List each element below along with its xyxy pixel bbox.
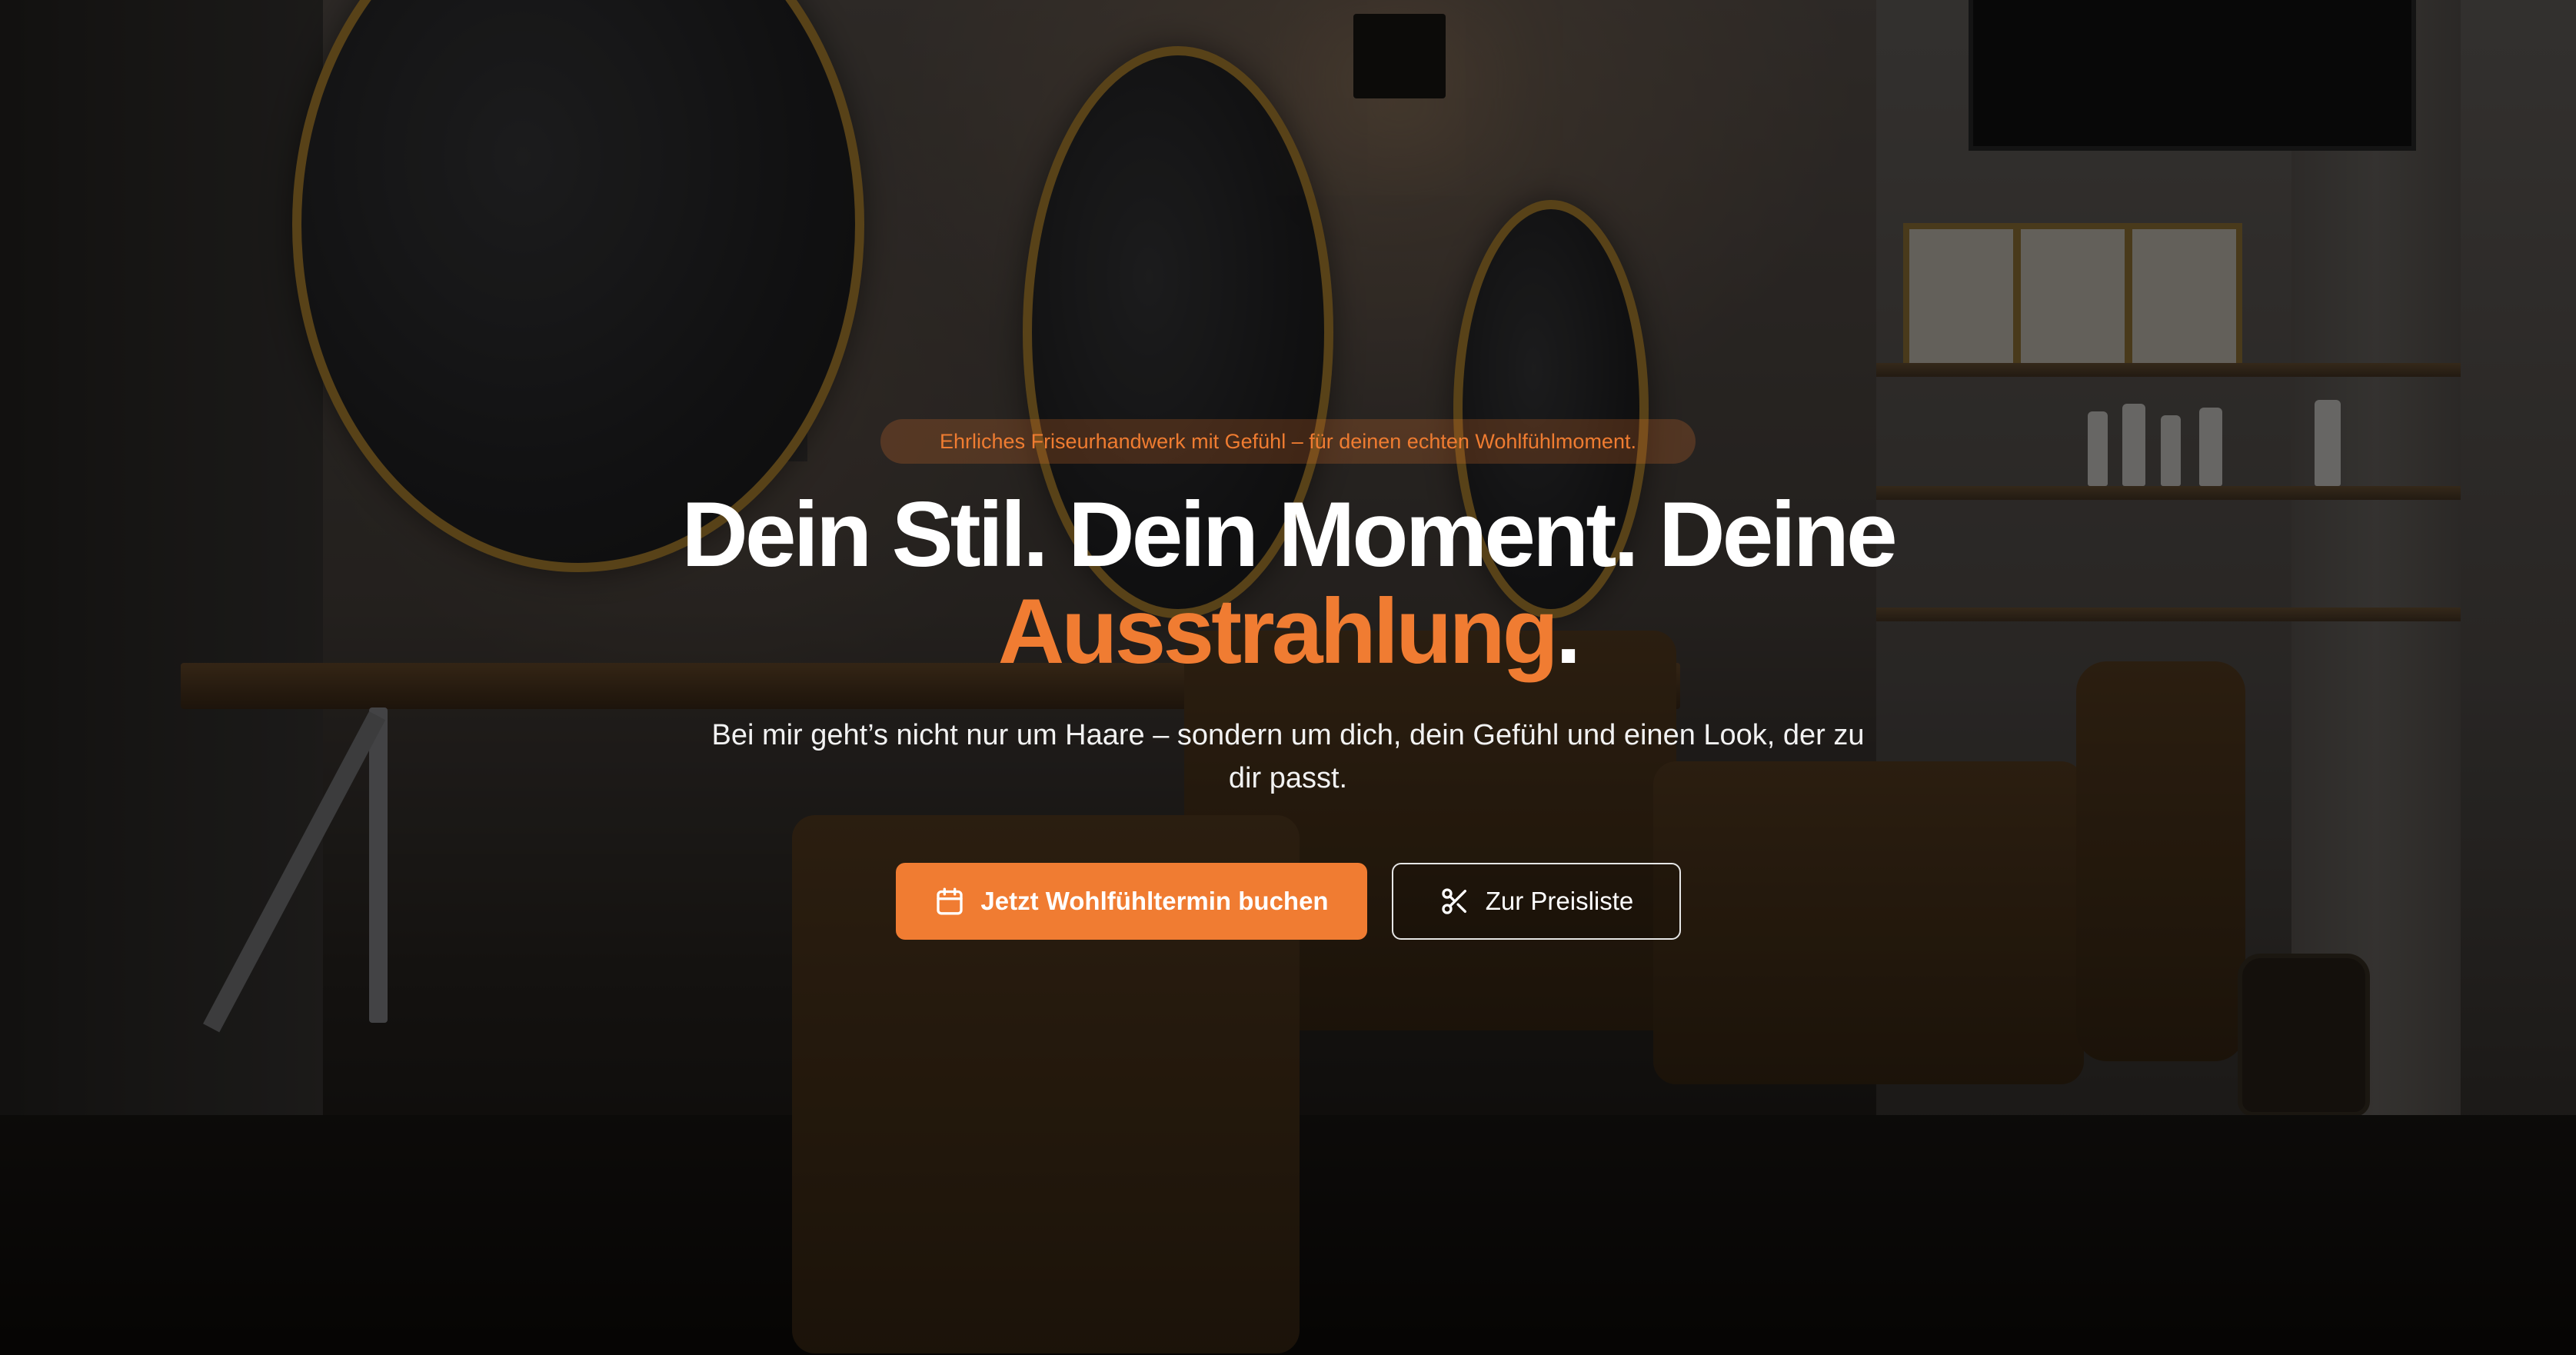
- hero-section: Ehrliches Friseurhandwerk mit Gefühl – f…: [0, 0, 2576, 1355]
- price-list-button[interactable]: Zur Preisliste: [1392, 863, 1681, 940]
- calendar-icon: [934, 886, 965, 917]
- scissors-icon: [1439, 886, 1470, 917]
- headline-accent: Ausstrahlung: [997, 580, 1559, 683]
- price-list-label: Zur Preisliste: [1485, 887, 1634, 915]
- hero-headline: Dein Stil. Dein Moment. Deine Ausstrahlu…: [584, 486, 1992, 680]
- book-appointment-label: Jetzt Wohlfühltermin buchen: [980, 887, 1329, 915]
- headline-end: .: [1556, 580, 1581, 683]
- headline-main: Dein Stil. Dein Moment. Deine: [681, 483, 1898, 586]
- tagline-badge: Ehrliches Friseurhandwerk mit Gefühl – f…: [880, 419, 1696, 464]
- hero-subtitle: Bei mir geht’s nicht nur um Haare – sond…: [711, 719, 1865, 794]
- book-appointment-button[interactable]: Jetzt Wohlfühltermin buchen: [896, 863, 1367, 940]
